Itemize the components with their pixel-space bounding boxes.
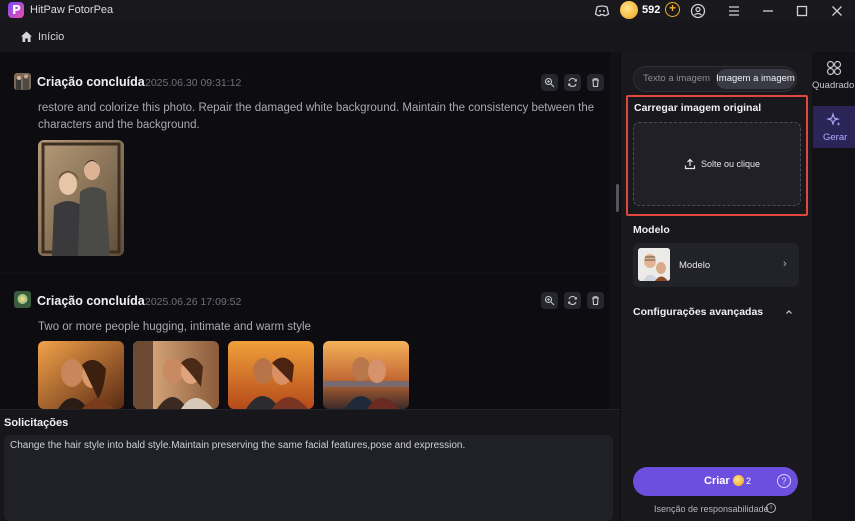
card-prompt: Two or more people hugging, intimate and…: [38, 321, 311, 333]
account-icon[interactable]: [689, 2, 707, 20]
zoom-button[interactable]: [541, 74, 558, 91]
prompt-title: Solicitações: [4, 417, 69, 429]
upload-label: Solte ou clique: [701, 159, 761, 169]
zoom-button[interactable]: [541, 292, 558, 309]
creation-feed: Criação concluída 2025.06.30 09:31:12 re…: [0, 52, 620, 409]
app-title: HitPaw FotorPea: [30, 4, 114, 16]
card-date: 2025.06.30 09:31:12: [145, 77, 242, 89]
disclaimer-link[interactable]: Isenção de responsabilidade: [654, 504, 769, 514]
result-image[interactable]: [38, 341, 124, 409]
upload-dropzone[interactable]: Solte ou clique: [633, 122, 801, 206]
model-label: Modelo: [679, 260, 711, 271]
coin-icon: [620, 1, 638, 19]
add-coins-button[interactable]: +: [665, 2, 680, 17]
card-thumbnail: [14, 291, 31, 308]
upload-title: Carregar imagem original: [634, 102, 762, 114]
close-icon[interactable]: [828, 2, 846, 20]
discord-icon[interactable]: [593, 2, 611, 20]
card-prompt: restore and colorize this photo. Repair …: [38, 102, 595, 131]
chevron-right-icon: ›: [783, 258, 787, 270]
result-image[interactable]: [323, 341, 409, 409]
regenerate-button[interactable]: [564, 292, 581, 309]
upload-section: Carregar imagem original Solte ou clique: [626, 95, 808, 216]
sparkle-icon: [826, 112, 842, 128]
prompt-input[interactable]: Change the hair style into bald style.Ma…: [4, 435, 613, 521]
home-icon[interactable]: [20, 30, 33, 43]
model-selector[interactable]: Modelo ›: [633, 243, 799, 287]
card-title: Criação concluída: [37, 294, 145, 308]
tab-text-to-image[interactable]: Texto a imagem: [637, 69, 716, 89]
title-bar: P HitPaw FotorPea 592 +: [0, 0, 855, 22]
create-button[interactable]: Criar 2 ?: [633, 467, 798, 496]
create-label: Criar: [704, 475, 730, 487]
feed-scrollbar[interactable]: [616, 184, 619, 212]
rail-item-gerar[interactable]: Gerar: [813, 106, 855, 148]
mode-tabs: Texto a imagem Imagem a imagem: [633, 66, 797, 92]
card-date: 2025.06.26 17:09:52: [145, 296, 242, 308]
chevron-up-icon[interactable]: [784, 307, 794, 317]
help-icon[interactable]: ?: [777, 474, 791, 488]
creation-card: Criação concluída 2025.06.30 09:31:12 re…: [0, 52, 610, 272]
breadcrumb: Início: [0, 22, 855, 52]
tab-image-to-image[interactable]: Imagem a imagem: [716, 69, 795, 89]
result-image[interactable]: [133, 341, 219, 409]
delete-button[interactable]: [587, 292, 604, 309]
prompt-text[interactable]: Change the hair style into bald style.Ma…: [10, 440, 465, 451]
creation-card: Criação concluída 2025.06.26 17:09:52 Tw…: [0, 274, 610, 409]
app-logo: P: [8, 2, 24, 18]
model-title: Modelo: [633, 224, 670, 236]
settings-panel: Texto a imagem Imagem a imagem Carregar …: [621, 52, 812, 521]
coin-count: 592: [642, 4, 661, 16]
side-rail: Quadrado Gerar: [812, 52, 855, 521]
info-icon[interactable]: i: [766, 503, 776, 513]
prompt-section: Solicitações Change the hair style into …: [0, 409, 620, 521]
regenerate-button[interactable]: [564, 74, 581, 91]
coin-icon: [733, 475, 744, 486]
grid-icon[interactable]: [826, 60, 842, 76]
menu-icon[interactable]: [725, 2, 743, 20]
delete-button[interactable]: [587, 74, 604, 91]
minimize-icon[interactable]: [759, 2, 777, 20]
result-image[interactable]: [38, 140, 124, 256]
upload-icon: [684, 158, 696, 170]
card-thumbnail: [14, 73, 31, 90]
maximize-icon[interactable]: [793, 2, 811, 20]
rail-item-quadrado[interactable]: Quadrado: [812, 80, 854, 91]
home-link[interactable]: Início: [38, 31, 64, 43]
create-cost: 2: [746, 476, 752, 486]
advanced-settings-title[interactable]: Configurações avançadas: [633, 306, 763, 318]
card-title: Criação concluída: [37, 75, 145, 89]
rail-item-label: Gerar: [823, 132, 848, 143]
model-thumbnail: [638, 248, 670, 281]
result-image[interactable]: [228, 341, 314, 409]
